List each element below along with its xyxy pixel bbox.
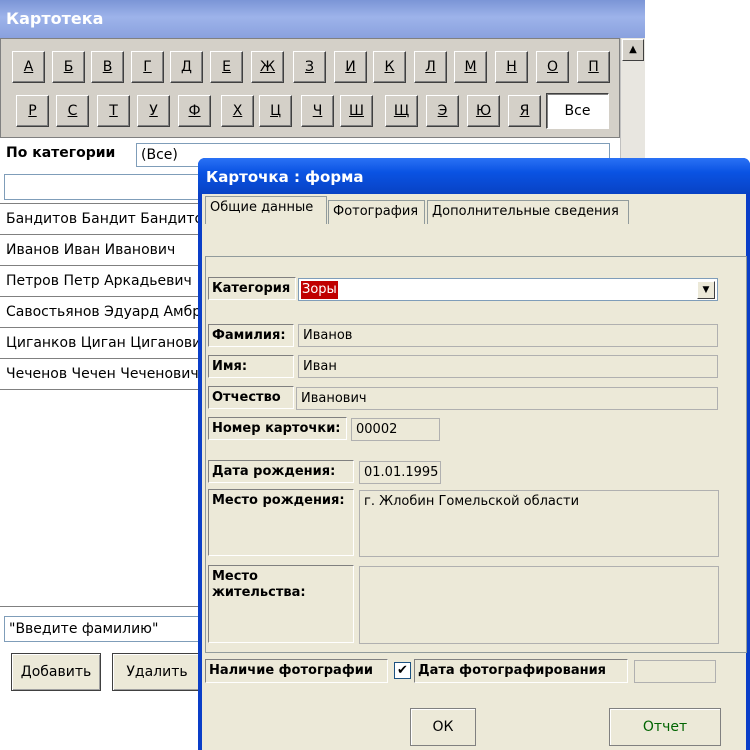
letter-button[interactable]: Я <box>508 95 541 127</box>
letter-button[interactable]: Н <box>495 51 528 83</box>
letter-button[interactable]: О <box>536 51 569 83</box>
letter-button[interactable]: М <box>454 51 487 83</box>
card-form-titlebar: Карточка : форма <box>198 158 750 194</box>
card-number-label: Номер карточки: <box>208 417 347 440</box>
ok-button[interactable]: ОК <box>410 708 476 746</box>
patronymic-label: Отчество <box>208 386 294 409</box>
card-number-field[interactable]: 00002 <box>351 418 440 441</box>
letter-button[interactable]: Ф <box>178 95 211 127</box>
letter-button[interactable]: И <box>334 51 367 83</box>
letter-button[interactable]: З <box>293 51 326 83</box>
delete-button[interactable]: Удалить <box>112 653 202 691</box>
letter-button[interactable]: Е <box>210 51 243 83</box>
general-tab-panel: Категория Зоры ▼ Фамилия: Иванов Имя: Ив… <box>205 256 747 653</box>
patronymic-field[interactable]: Иванович <box>296 387 718 410</box>
residence-label: Место жительства: <box>208 565 354 643</box>
card-form-body: Общие данные Фотография Дополнительные с… <box>202 194 747 750</box>
tab-general[interactable]: Общие данные <box>205 196 327 224</box>
category-combo[interactable]: Зоры ▼ <box>298 278 718 301</box>
kartoteka-titlebar: Картотека <box>0 0 645 38</box>
letter-button[interactable]: А <box>12 51 45 83</box>
surname-field[interactable]: Иванов <box>298 324 718 347</box>
alphabet-panel: А Б В Г Д Е Ж З И К Л М Н О П Р С Т У Ф Х Ц Ч Ш Щ Э Ю Я Все <box>0 38 620 138</box>
birth-date-field[interactable]: 01.01.1995 <box>359 461 441 484</box>
photo-date-label: Дата фотографирования <box>414 659 628 683</box>
photo-presence-label: Наличие фотографии <box>205 659 388 683</box>
letter-button[interactable]: Ю <box>467 95 500 127</box>
letter-button[interactable]: Т <box>97 95 130 127</box>
all-letters-button[interactable]: Все <box>546 93 609 129</box>
card-form-dialog: Карточка : форма Общие данные Фотография… <box>198 158 750 750</box>
letter-button[interactable]: Э <box>426 95 459 127</box>
scroll-up-arrow-icon[interactable]: ▲ <box>622 39 644 61</box>
birth-place-label: Место рождения: <box>208 489 354 556</box>
photo-presence-checkbox[interactable]: ✔ <box>394 662 411 679</box>
residence-field[interactable] <box>359 566 719 644</box>
letter-button[interactable]: Б <box>52 51 85 83</box>
letter-button[interactable]: Р <box>16 95 49 127</box>
letter-button[interactable]: Ш <box>340 95 373 127</box>
letter-button[interactable]: Щ <box>385 95 418 127</box>
category-filter-label: По категории <box>6 145 116 161</box>
letter-button[interactable]: Ц <box>259 95 292 127</box>
category-label: Категория <box>208 277 296 300</box>
combo-dropdown-arrow-icon[interactable]: ▼ <box>697 281 715 299</box>
letter-button[interactable]: Ж <box>251 51 284 83</box>
letter-button[interactable]: У <box>137 95 170 127</box>
tab-additional[interactable]: Дополнительные сведения <box>427 200 629 224</box>
photo-date-field[interactable] <box>634 660 716 683</box>
category-value: Зоры <box>301 281 338 299</box>
letter-button[interactable]: С <box>56 95 89 127</box>
name-field[interactable]: Иван <box>298 355 718 378</box>
letter-button[interactable]: Ч <box>301 95 334 127</box>
letter-button[interactable]: К <box>373 51 406 83</box>
letter-button[interactable]: В <box>91 51 124 83</box>
letter-button[interactable]: Х <box>221 95 254 127</box>
tab-photo[interactable]: Фотография <box>328 200 425 224</box>
birth-date-label: Дата рождения: <box>208 460 354 483</box>
birth-place-field[interactable]: г. Жлобин Гомельской области <box>359 490 719 557</box>
letter-button[interactable]: Л <box>414 51 447 83</box>
letter-button[interactable]: Д <box>170 51 203 83</box>
letter-button[interactable]: П <box>577 51 610 83</box>
report-button[interactable]: Отчет <box>609 708 721 746</box>
name-label: Имя: <box>208 355 294 378</box>
add-button[interactable]: Добавить <box>11 653 101 691</box>
letter-button[interactable]: Г <box>131 51 164 83</box>
surname-label: Фамилия: <box>208 324 294 347</box>
